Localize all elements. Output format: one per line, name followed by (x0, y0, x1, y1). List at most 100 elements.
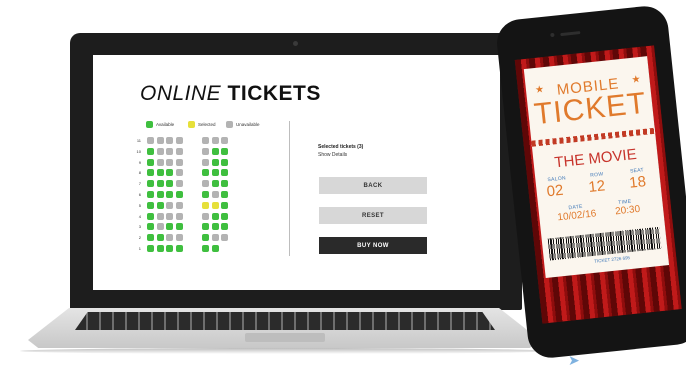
show-details-link[interactable]: Show Details (318, 152, 347, 158)
phone-camera (550, 32, 555, 38)
seat-unavailable (175, 201, 183, 209)
seat-available[interactable] (166, 180, 173, 188)
title-italic: ONLINE (140, 82, 222, 105)
seat-available[interactable] (166, 245, 173, 252)
seat-available[interactable] (221, 223, 229, 231)
seat-available[interactable] (147, 147, 154, 155)
seat-available[interactable] (211, 245, 219, 252)
legend-label: Unavailable (236, 122, 260, 127)
seat-available[interactable] (211, 223, 219, 231)
seat-available[interactable] (147, 180, 154, 188)
legend-swatch-available (146, 121, 153, 128)
seat-available[interactable] (221, 201, 229, 209)
seat-unavailable (166, 212, 173, 220)
seat-available[interactable] (221, 169, 229, 177)
seat-unavailable (166, 137, 173, 144)
legend-available: Available (146, 121, 174, 128)
seat-available[interactable] (156, 234, 164, 242)
seat-available[interactable] (147, 169, 154, 177)
seat-selected[interactable] (211, 201, 219, 209)
seat-unavailable (221, 137, 229, 144)
time-value: 20:30 (614, 203, 641, 218)
seat-available[interactable] (147, 158, 154, 166)
smartphone: ★ ★ MOBILE TICKET THE MOVIE SALON 02 ROW… (494, 3, 686, 361)
seat-available[interactable] (147, 234, 154, 242)
seat-selected[interactable] (202, 201, 210, 209)
seat-available[interactable] (147, 245, 154, 252)
seat-unavailable (175, 212, 183, 220)
seat-available[interactable] (156, 201, 164, 209)
row-number: 3 (138, 224, 141, 230)
seat-unavailable (175, 147, 183, 155)
seat-unavailable (166, 201, 173, 209)
seat-available[interactable] (202, 169, 210, 177)
seat-unavailable (221, 234, 229, 242)
seat-available[interactable] (202, 234, 210, 242)
row-number: 8 (138, 170, 141, 176)
seat-available[interactable] (175, 191, 183, 198)
seat-unavailable (156, 223, 164, 231)
seat-unavailable (166, 158, 173, 166)
row-number: 7 (138, 181, 141, 187)
seat-available[interactable] (166, 169, 173, 177)
laptop-shadow (20, 348, 548, 354)
seat-available[interactable] (221, 180, 229, 188)
seat-available[interactable] (211, 169, 219, 177)
row-number: 5 (138, 202, 141, 208)
seat-available[interactable] (166, 191, 173, 198)
legend-label: Available (156, 122, 175, 127)
seat-available[interactable] (221, 147, 229, 155)
seat-available[interactable] (156, 191, 164, 198)
seat-available[interactable] (147, 201, 154, 209)
row-number: 6 (138, 192, 141, 197)
row-number: 4 (138, 213, 141, 219)
seat-available[interactable] (175, 245, 183, 252)
seat-available[interactable] (211, 158, 219, 166)
legend-selected: Selected (188, 121, 216, 128)
seat-available[interactable] (147, 223, 154, 231)
reset-button[interactable]: RESET (319, 207, 427, 224)
seat-available[interactable] (211, 180, 219, 188)
laptop-screen: ONLINE TICKETS Available Selected Unavai… (93, 55, 500, 290)
seat-unavailable (147, 137, 154, 144)
seat-available[interactable] (202, 245, 210, 252)
seat-available[interactable] (156, 180, 164, 188)
seat-value: 18 (628, 173, 647, 192)
row-number: 2 (138, 235, 141, 241)
seat-unavailable (202, 158, 210, 166)
seat-available[interactable] (156, 245, 164, 252)
seat-available[interactable] (175, 223, 183, 231)
seat-unavailable (211, 137, 219, 144)
row-number: 9 (138, 159, 141, 165)
seat-available[interactable] (156, 169, 164, 177)
legend-unavailable: Unavailable (226, 121, 260, 128)
cursor-arrow-icon: ➤ (568, 352, 580, 368)
seat-unavailable (175, 169, 183, 177)
salon-value: 02 (545, 181, 565, 201)
seat-available[interactable] (147, 212, 154, 220)
buy-now-button[interactable]: BUY NOW (319, 237, 427, 254)
seat-unavailable (211, 234, 219, 242)
seat-available[interactable] (221, 212, 229, 220)
phone-earpiece (560, 31, 581, 37)
seat-available[interactable] (166, 223, 173, 231)
seat-unavailable (175, 137, 183, 144)
seat-unavailable (211, 191, 219, 198)
seat-available[interactable] (211, 212, 219, 220)
legend-label: Selected (198, 122, 216, 127)
seat-unavailable (166, 234, 173, 242)
seat-available[interactable] (221, 158, 229, 166)
seat-available[interactable] (221, 191, 229, 198)
seat-available[interactable] (202, 223, 210, 231)
seat-unavailable (156, 158, 164, 166)
laptop-camera (293, 41, 298, 46)
legend-swatch-unavailable (226, 121, 233, 128)
back-button[interactable]: BACK (319, 177, 427, 194)
seat-available[interactable] (202, 191, 210, 198)
row-number: 10 (136, 148, 141, 154)
seat-available[interactable] (211, 147, 219, 155)
mobile-ticket: ★ ★ MOBILE TICKET THE MOVIE SALON 02 ROW… (523, 56, 670, 278)
seat-available[interactable] (147, 191, 154, 198)
phone-screen: ★ ★ MOBILE TICKET THE MOVIE SALON 02 ROW… (514, 45, 682, 324)
seat-unavailable (156, 137, 164, 144)
